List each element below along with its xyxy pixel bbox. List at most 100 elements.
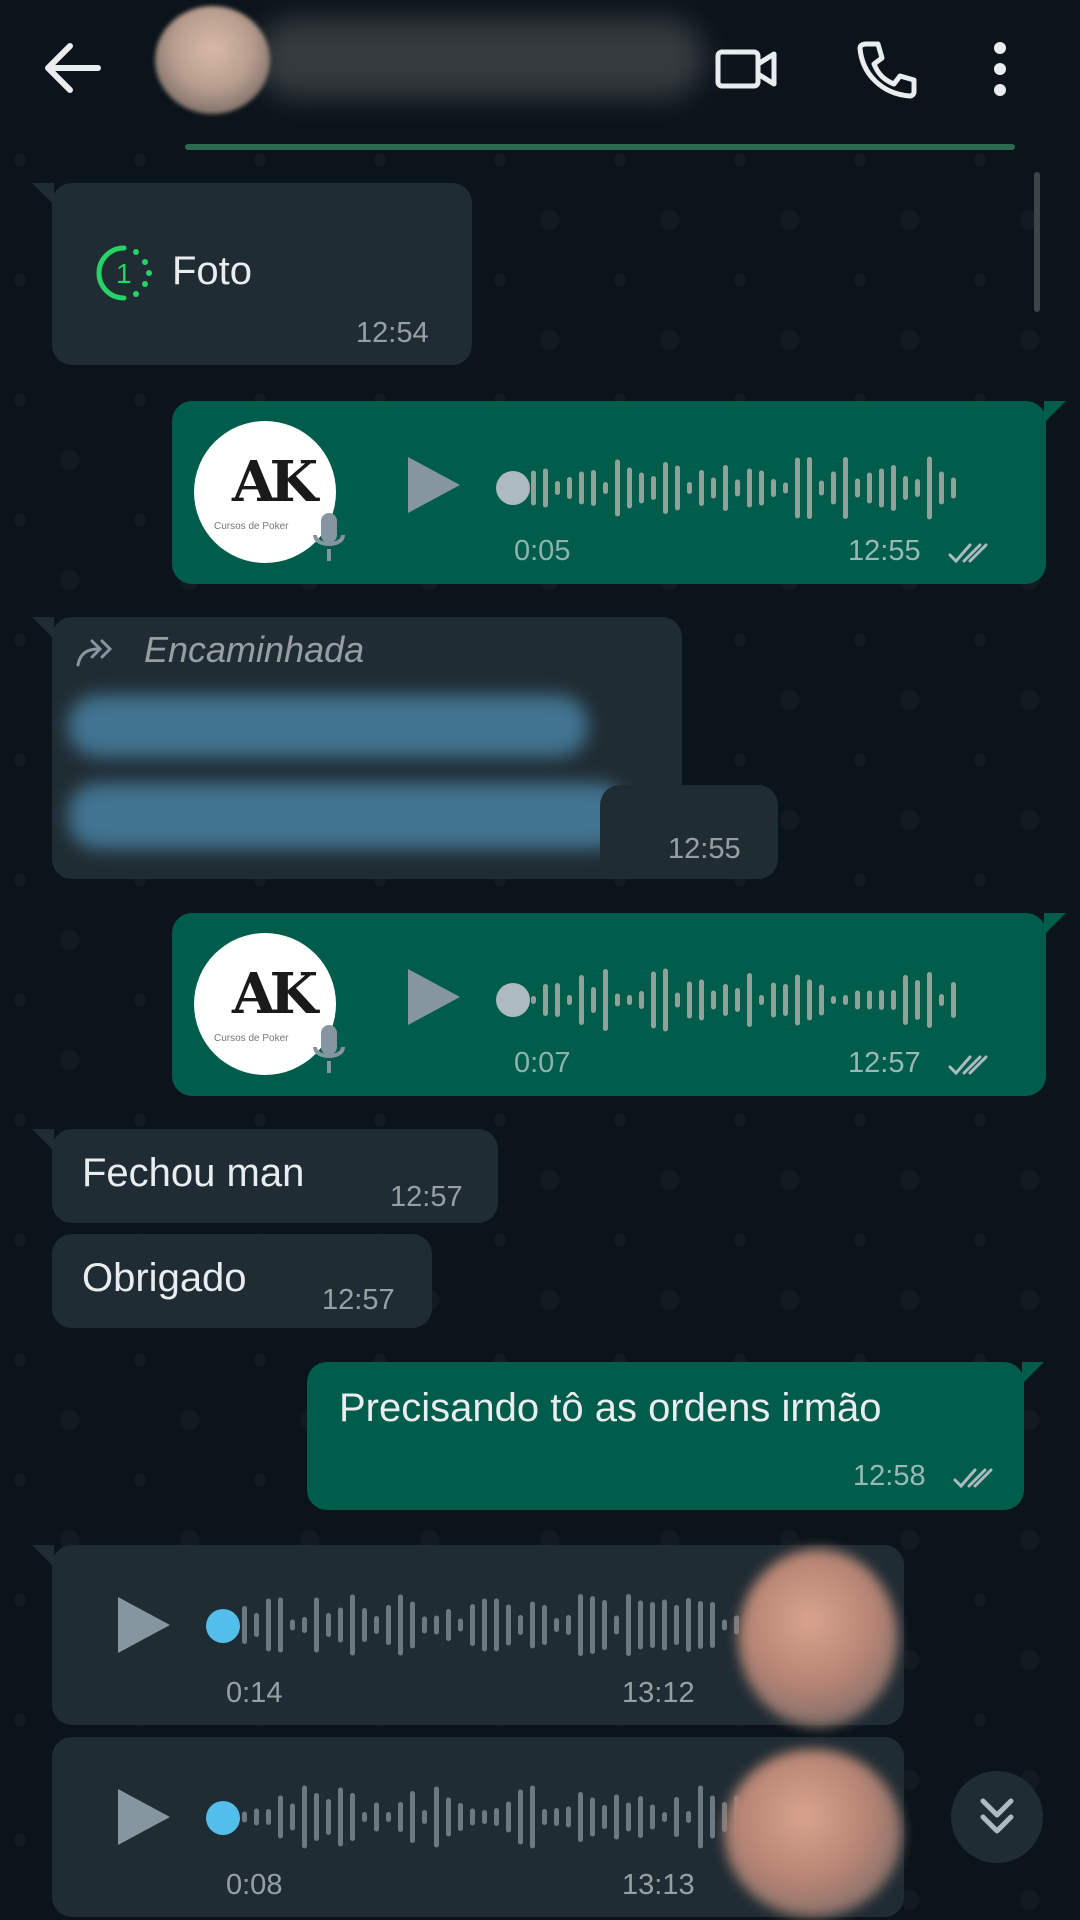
waveform-bar — [795, 974, 800, 1026]
waveform-bar — [398, 1594, 403, 1656]
waveform-bar — [266, 1598, 271, 1652]
waveform-bar — [554, 1808, 559, 1826]
waveform-bar — [543, 468, 548, 508]
view-once-count: 1 — [116, 258, 132, 289]
previous-message-edge — [185, 144, 1015, 150]
avatar-logo: AK — [232, 449, 318, 515]
phone-icon[interactable] — [852, 36, 922, 102]
waveform-bar — [662, 1599, 667, 1651]
arrow-left-icon[interactable] — [40, 40, 104, 96]
waveform-bar — [651, 971, 656, 1029]
outgoing-voice-message[interactable]: AK Cursos de Poker 0:07 12:57 — [172, 913, 1066, 1096]
waveform-bar — [458, 1803, 463, 1831]
waveform-bar — [819, 480, 824, 496]
waveform-bar — [494, 1598, 499, 1652]
contact-name-blurred[interactable] — [255, 18, 705, 98]
waveform-bar — [470, 1808, 475, 1826]
waveform-bar — [555, 983, 560, 1017]
forwarded-message[interactable]: Encaminhada 12:55 — [32, 617, 741, 879]
waveform-bar — [891, 990, 896, 1010]
waveform-bar — [326, 1613, 331, 1637]
video-call-icon[interactable] — [712, 36, 782, 102]
waveform-bar — [698, 1785, 703, 1849]
waveform-bar — [578, 1594, 583, 1656]
scroll-to-bottom-button[interactable] — [951, 1771, 1043, 1863]
waveform-bar — [747, 973, 752, 1027]
message-time: 12:55 — [668, 833, 741, 865]
waveform-bar — [614, 1615, 619, 1635]
waveform-bar — [290, 1619, 295, 1631]
waveform-bar — [735, 479, 740, 497]
waveform-bar — [615, 459, 620, 517]
playback-position-dot[interactable] — [206, 1801, 240, 1835]
audio-waveform[interactable] — [238, 1585, 748, 1665]
waveform-bar — [302, 1785, 307, 1849]
waveform-bar — [626, 1802, 631, 1832]
incoming-text-message[interactable]: Obrigado 12:57 — [52, 1234, 432, 1328]
message-text: Precisando tô as ordens irmão — [339, 1386, 882, 1430]
blurred-text-line — [68, 695, 588, 757]
message-time: 12:58 — [853, 1460, 926, 1492]
message-time: 12:55 — [848, 535, 921, 567]
waveform-bar — [639, 472, 644, 504]
audio-waveform[interactable] — [527, 448, 959, 528]
view-once-photo-message[interactable]: 1 Foto 12:54 — [32, 183, 472, 365]
audio-waveform[interactable] — [527, 960, 959, 1040]
play-icon[interactable] — [404, 965, 464, 1029]
waveform-bar — [710, 1602, 715, 1648]
playback-position-dot[interactable] — [496, 471, 530, 505]
waveform-bar — [567, 477, 572, 499]
waveform-bar — [386, 1812, 391, 1822]
waveform-bar — [807, 979, 812, 1021]
double-check-icon — [948, 543, 988, 564]
waveform-bar — [374, 1802, 379, 1832]
play-icon[interactable] — [114, 1785, 174, 1849]
waveform-bar — [542, 1809, 547, 1825]
playback-position-dot[interactable] — [496, 983, 530, 1017]
waveform-bar — [530, 1785, 535, 1849]
waveform-bar — [566, 1615, 571, 1635]
waveform-bar — [686, 1811, 691, 1823]
waveform-bar — [602, 1600, 607, 1650]
double-chevron-down-icon — [980, 1798, 1014, 1834]
waveform-bar — [686, 1598, 691, 1652]
waveform-bar — [722, 1619, 727, 1631]
waveform-bar — [819, 984, 824, 1016]
waveform-bar — [603, 969, 608, 1031]
waveform-bar — [615, 993, 620, 1007]
outgoing-voice-message[interactable]: AK Cursos de Poker 0:05 12:55 — [172, 401, 1066, 584]
waveform-bar — [470, 1604, 475, 1646]
microphone-icon — [313, 1025, 345, 1073]
waveform-bar — [687, 981, 692, 1019]
play-icon[interactable] — [114, 1593, 174, 1657]
waveform-bar — [326, 1799, 331, 1835]
waveform-bar — [494, 1808, 499, 1826]
voice-duration: 0:05 — [514, 535, 571, 567]
play-icon[interactable] — [404, 453, 464, 517]
waveform-bar — [855, 478, 860, 498]
audio-waveform[interactable] — [238, 1777, 748, 1857]
waveform-bar — [446, 1609, 451, 1641]
waveform-bar — [579, 975, 584, 1025]
waveform-bar — [362, 1812, 367, 1822]
more-vertical-icon[interactable] — [980, 36, 1020, 102]
incoming-text-message[interactable]: Fechou man 12:57 — [32, 1129, 498, 1223]
scrollbar[interactable] — [1034, 172, 1040, 312]
outgoing-text-message[interactable]: Precisando tô as ordens irmão 12:58 — [307, 1362, 1044, 1510]
waveform-bar — [747, 468, 752, 508]
waveform-bar — [650, 1602, 655, 1648]
waveform-bar — [674, 1605, 679, 1645]
waveform-bar — [254, 1808, 259, 1826]
incoming-voice-message[interactable]: 0:08 13:13 — [52, 1737, 904, 1917]
message-text: Obrigado — [82, 1256, 247, 1300]
waveform-bar — [710, 1795, 715, 1839]
waveform-bar — [362, 1608, 367, 1642]
double-check-icon — [953, 1468, 993, 1489]
waveform-bar — [278, 1795, 283, 1839]
waveform-bar — [531, 470, 536, 506]
playback-position-dot[interactable] — [206, 1609, 240, 1643]
waveform-bar — [434, 1615, 439, 1635]
contact-avatar[interactable] — [155, 6, 270, 114]
incoming-voice-message[interactable]: 0:14 13:12 — [32, 1545, 904, 1727]
message-time: 12:54 — [356, 317, 429, 349]
